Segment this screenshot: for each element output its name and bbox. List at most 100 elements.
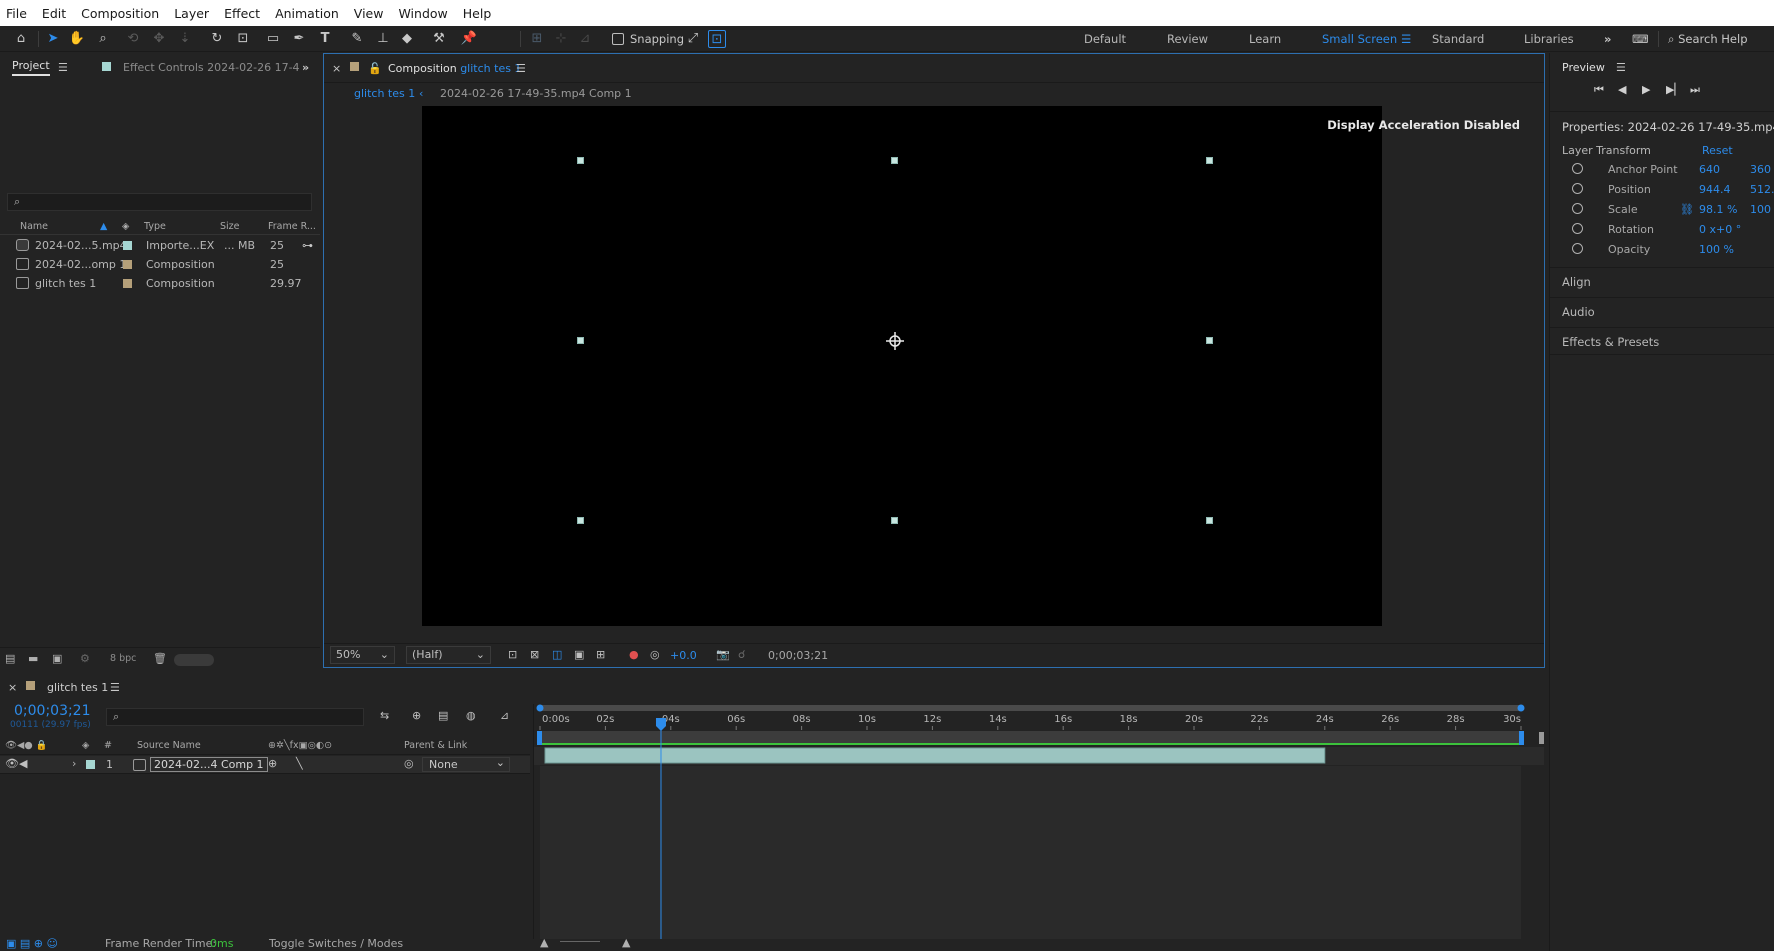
col-source-name[interactable]: Source Name (137, 740, 201, 751)
workspace-review[interactable]: Review (1167, 32, 1208, 46)
more-workspaces-icon[interactable]: » (1604, 32, 1611, 46)
breadcrumb-item[interactable]: 2024-02-26 17-49-35.mp4 Comp 1 (440, 87, 632, 100)
panel-overflow-icon[interactable]: » (302, 61, 309, 74)
stopwatch-icon[interactable] (1572, 223, 1583, 234)
current-time-display[interactable]: 0;00;03;21 (768, 649, 828, 662)
transform-handle[interactable] (577, 157, 584, 164)
transform-handle[interactable] (891, 517, 898, 524)
property-value-y[interactable]: 360 (1750, 163, 1771, 176)
section-audio[interactable]: Audio (1550, 297, 1774, 325)
property-value[interactable]: 0 x+0 ° (1699, 223, 1741, 236)
breadcrumb-item[interactable]: glitch tes 1 (354, 87, 415, 100)
property-value-x[interactable]: 98.1 % (1699, 203, 1737, 216)
time-navigator[interactable] (540, 705, 1521, 711)
pen-tool-icon[interactable]: ✒ (290, 30, 308, 48)
dolly-tool-icon[interactable]: ⇣ (176, 30, 194, 48)
zoom-in-icon[interactable]: ▲ (622, 936, 630, 949)
work-area-bar[interactable] (540, 731, 1521, 745)
snap-options-icon[interactable]: ⤢ (684, 30, 702, 48)
tab-composition[interactable]: Composition glitch tes 1 (388, 62, 521, 75)
col-type[interactable]: Type (144, 221, 166, 232)
pick-whip-icon[interactable]: ◎ (404, 757, 414, 770)
navigator-start-handle[interactable] (536, 704, 544, 712)
home-icon[interactable]: ⌂ (12, 30, 30, 48)
trash-icon[interactable]: 🗑 (153, 652, 167, 665)
resolution-dropdown[interactable]: (Half) ⌄ (406, 646, 491, 664)
anchor-point-icon[interactable] (885, 331, 905, 351)
reset-exposure-icon[interactable]: ◎ (650, 648, 660, 661)
property-value[interactable]: 100 % (1699, 243, 1734, 256)
property-value-x[interactable]: 944.4 (1699, 183, 1731, 196)
workspace-standard[interactable]: Standard (1432, 32, 1484, 46)
search-help[interactable]: ⌕ Search Help (1668, 32, 1748, 47)
last-frame-icon[interactable]: ⏭ (1690, 83, 1700, 97)
col-frame-rate[interactable]: Frame R... (268, 221, 316, 232)
play-icon[interactable]: ▶ (1642, 83, 1650, 96)
zoom-out-icon[interactable]: ▲ (540, 936, 548, 949)
clone-stamp-tool-icon[interactable]: ⊥ (374, 30, 392, 48)
fast-previews-icon[interactable]: ⊡ (508, 648, 517, 661)
stopwatch-icon[interactable] (1572, 183, 1583, 194)
label-tag-icon[interactable]: ◈ (82, 740, 89, 751)
layer-duration-bar[interactable] (544, 747, 1326, 764)
time-graph[interactable]: 0:00s 02s 04s 06s 08s 10s 12s 14s 16s 18s 20s 22s 24… (533, 704, 1544, 939)
world-axis-icon[interactable]: ⊹ (552, 30, 570, 48)
col-name[interactable]: Name (20, 221, 48, 232)
composition-viewer[interactable]: Display Acceleration Disabled (324, 106, 1544, 641)
brush-tool-icon[interactable]: ✎ (348, 30, 366, 48)
work-area-end[interactable] (1519, 731, 1524, 745)
tab-project[interactable]: Project (12, 59, 50, 76)
exposure-value[interactable]: +0.0 (670, 649, 697, 662)
property-value-y[interactable]: 512.2 (1750, 183, 1774, 196)
snapshot-icon[interactable]: 📷 (716, 648, 730, 661)
grid-guides-icon[interactable]: ⊞ (596, 648, 605, 661)
preview-menu-icon[interactable]: ☰ (1616, 61, 1626, 74)
show-snapshot-icon[interactable]: ☌ (738, 648, 745, 661)
timeline-menu-icon[interactable]: ☰ (110, 681, 120, 694)
local-axis-icon[interactable]: ⊞ (528, 30, 546, 48)
col-size[interactable]: Size (220, 221, 240, 232)
view-axis-icon[interactable]: ⊿ (576, 30, 594, 48)
selection-tool-icon[interactable]: ➤ (44, 30, 62, 48)
section-align[interactable]: Align (1550, 267, 1774, 295)
visibility-icon[interactable]: 👁◀ (5, 757, 27, 770)
menu-layer[interactable]: Layer (174, 6, 209, 21)
menu-file[interactable]: File (6, 6, 27, 21)
anchor-tool-icon[interactable]: ⊡ (234, 30, 252, 48)
zoom-tool-icon[interactable]: ⌕ (94, 30, 112, 48)
new-folder-icon[interactable]: ▬ (28, 652, 38, 665)
transform-handle[interactable] (577, 337, 584, 344)
expand-layer-icon[interactable]: › (72, 757, 76, 770)
transform-handle[interactable] (1206, 517, 1213, 524)
eraser-tool-icon[interactable]: ◆ (398, 30, 416, 48)
transform-handle[interactable] (1206, 337, 1213, 344)
first-frame-icon[interactable]: ⏮ (1594, 83, 1604, 97)
project-menu-icon[interactable]: ☰ (58, 61, 68, 74)
project-settings-icon[interactable]: ⚙ (80, 652, 90, 665)
menu-composition[interactable]: Composition (81, 6, 159, 21)
workspace-menu-icon[interactable]: ☰ (1401, 32, 1411, 46)
composition-menu-icon[interactable]: ☰ (516, 62, 526, 75)
stopwatch-icon[interactable] (1572, 163, 1583, 174)
property-value-y[interactable]: 100 % (1750, 203, 1774, 216)
constrain-proportions-icon[interactable]: ⛓ (1680, 203, 1694, 216)
menu-effect[interactable]: Effect (224, 6, 260, 21)
navigator-end-handle[interactable] (1517, 704, 1525, 712)
label-tag-icon[interactable]: ◈ (122, 221, 129, 232)
new-composition-icon[interactable]: ▣ (52, 652, 62, 665)
next-frame-icon[interactable]: ▶▏ (1666, 83, 1683, 96)
workspace-default[interactable]: Default (1084, 32, 1126, 46)
channel-icon[interactable]: ● (629, 648, 639, 661)
layer-name[interactable]: 2024-02...4 Comp 1 (150, 757, 268, 772)
thumbnail-slider[interactable] (174, 654, 214, 666)
col-parent-link[interactable]: Parent & Link (404, 740, 467, 751)
previous-frame-icon[interactable]: ◀ (1618, 83, 1626, 96)
pan-tool-icon[interactable]: ✥ (150, 30, 168, 48)
parent-dropdown[interactable]: None ⌄ (422, 756, 510, 772)
snapping-toggle[interactable]: Snapping (612, 32, 684, 46)
rotate-tool-icon[interactable]: ↻ (208, 30, 226, 48)
menu-edit[interactable]: Edit (42, 6, 66, 21)
menu-animation[interactable]: Animation (275, 6, 339, 21)
type-tool-icon[interactable]: T (316, 30, 334, 48)
tab-preview[interactable]: Preview (1562, 61, 1605, 74)
